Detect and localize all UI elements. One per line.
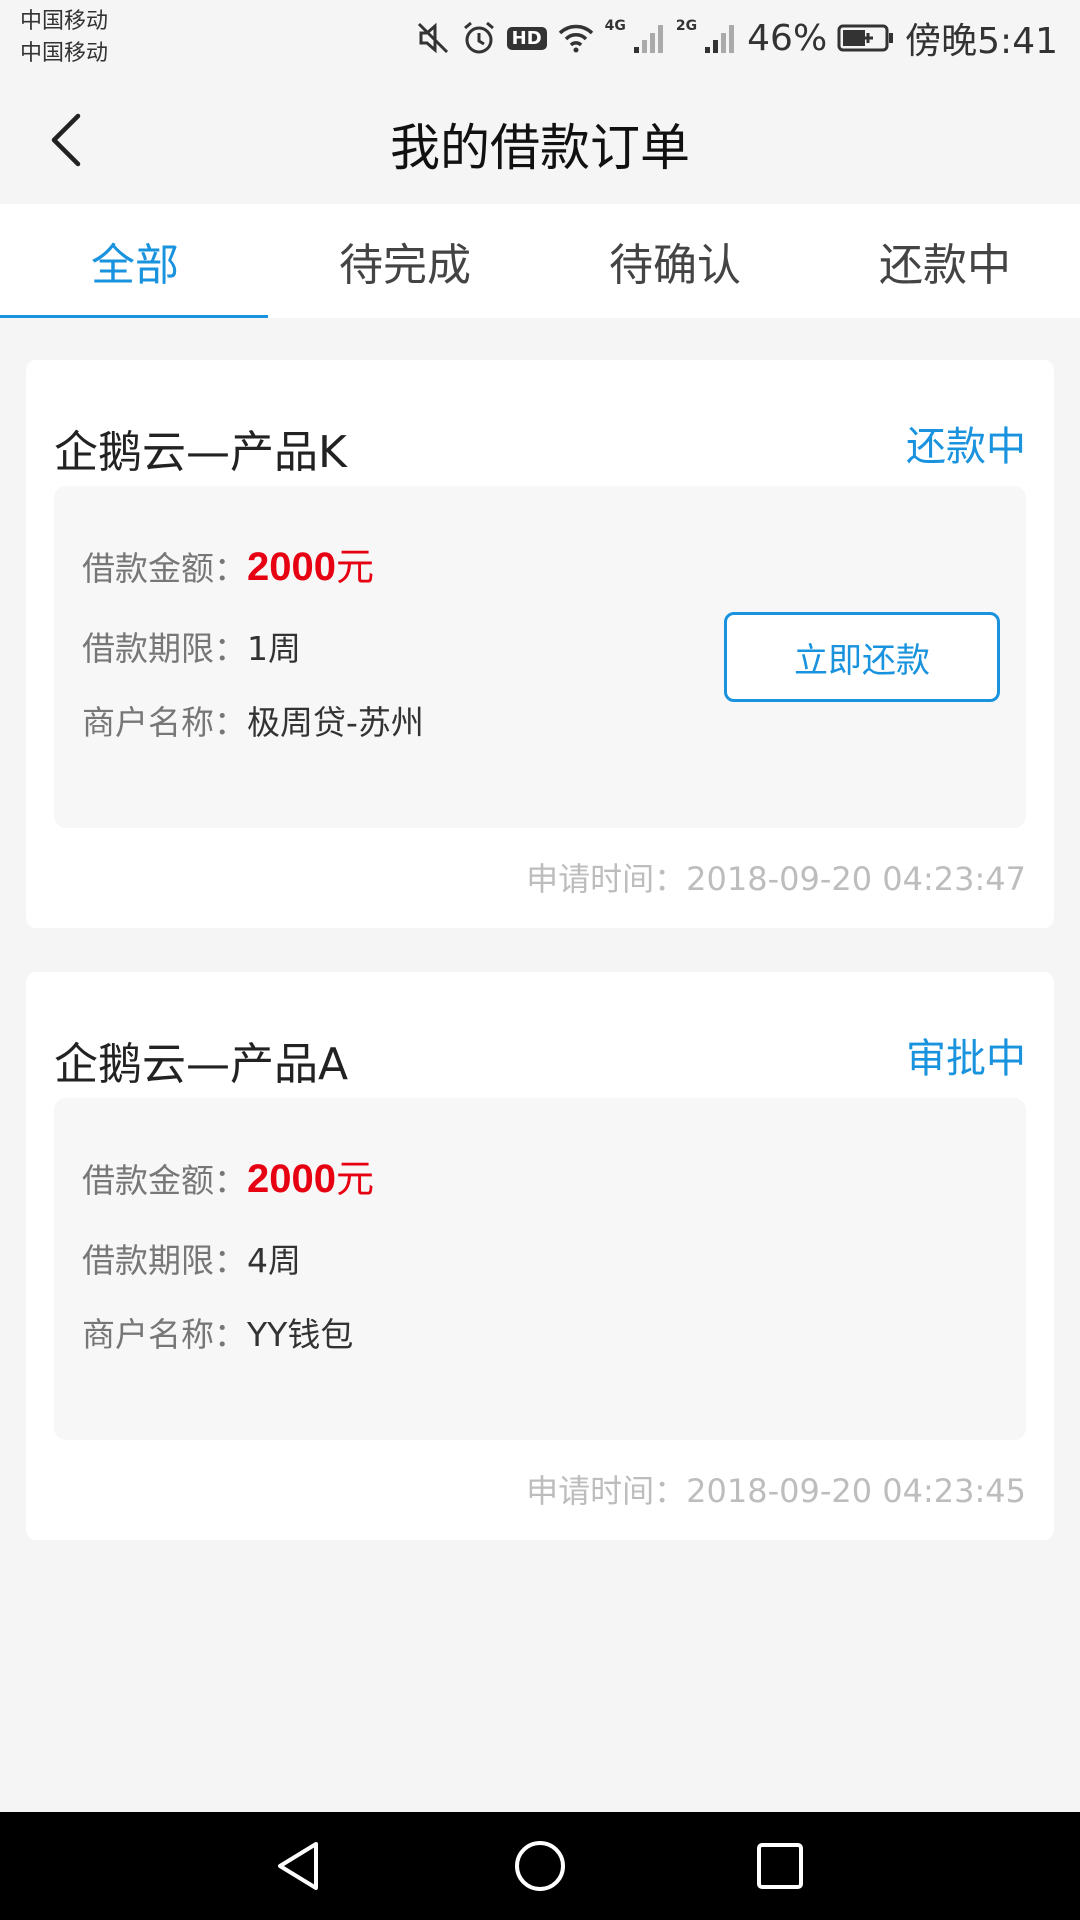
repay-now-button[interactable]: 立即还款 — [724, 612, 1000, 702]
app-header: 我的借款订单 — [0, 80, 1080, 204]
apply-time-value: 2018-09-20 04:23:45 — [686, 1472, 1026, 1510]
order-status: 审批中 — [906, 1036, 1026, 1082]
tab-repaying[interactable]: 还款中 — [810, 204, 1080, 318]
apply-time: 申请时间：2018-09-20 04:23:45 — [526, 1466, 1026, 1512]
merchant-label: 商户名称： — [82, 1315, 247, 1354]
nav-back-button[interactable] — [260, 1826, 340, 1906]
merchant-row: 商户名称： YY钱包 — [82, 1308, 353, 1356]
loan-amount-value: 2000 — [247, 545, 336, 589]
merchant-value: YY钱包 — [247, 1315, 354, 1354]
merchant-value: 极周贷-苏州 — [247, 703, 424, 742]
merchant-label: 商户名称： — [82, 703, 247, 742]
hd-badge: HD — [506, 26, 547, 50]
order-details: 借款金额： 2000 元 借款期限： 1周 商户名称： 极周贷-苏州 立即还款 — [54, 486, 1026, 828]
signal-icon — [703, 21, 737, 55]
nav-home-icon — [515, 1841, 565, 1891]
loan-term-label: 借款期限： — [82, 629, 247, 668]
order-card[interactable]: 企鹅云—产品K 还款中 借款金额： 2000 元 借款期限： 1周 商户名称： … — [26, 360, 1054, 928]
system-nav-bar — [0, 1812, 1080, 1920]
clock: 傍晚5:41 — [905, 21, 1058, 62]
wifi-icon — [557, 22, 595, 54]
tab-pending-completion[interactable]: 待完成 — [270, 204, 540, 318]
loan-term-row: 借款期限： 1周 — [82, 622, 301, 670]
tab-pending-confirmation[interactable]: 待确认 — [540, 204, 810, 318]
loan-term-label: 借款期限： — [82, 1241, 247, 1280]
loan-amount-label: 借款金额： — [82, 1161, 247, 1200]
nav-recents-icon — [757, 1843, 803, 1889]
loan-amount-unit: 元 — [335, 1157, 374, 1201]
apply-time-label: 申请时间： — [526, 1472, 687, 1510]
order-details: 借款金额： 2000 元 借款期限： 4周 商户名称： YY钱包 — [54, 1098, 1026, 1440]
network-type-2: 2G — [675, 18, 698, 34]
order-title: 企鹅云—产品A — [54, 1039, 349, 1090]
apply-time-value: 2018-09-20 04:23:47 — [686, 860, 1026, 898]
loan-amount-value: 2000 — [247, 1157, 336, 1201]
tab-all[interactable]: 全部 — [0, 204, 270, 318]
network-type-1: 4G — [604, 18, 626, 34]
nav-back-icon — [278, 1842, 318, 1890]
loan-amount-row: 借款金额： 2000 元 — [82, 536, 374, 591]
carrier-2: 中国移动 — [20, 41, 109, 66]
mute-icon — [415, 20, 451, 56]
loan-term-row: 借款期限： 4周 — [82, 1234, 301, 1282]
apply-time-label: 申请时间： — [526, 860, 687, 898]
order-tabs: 全部 待完成 待确认 还款中 — [0, 204, 1080, 318]
carrier-info: 中国移动 中国移动 — [20, 6, 108, 70]
loan-amount-unit: 元 — [335, 545, 374, 589]
status-icons: HD 4G 2G 46% 傍晚5:41 — [415, 8, 1058, 68]
status-bar: 中国移动 中国移动 HD 4G 2G 46% 傍晚5:41 — [0, 0, 1080, 80]
order-status: 还款中 — [906, 424, 1026, 470]
alarm-icon — [461, 20, 497, 56]
apply-time: 申请时间：2018-09-20 04:23:47 — [526, 854, 1026, 900]
loan-amount-label: 借款金额： — [82, 549, 247, 588]
carrier-1: 中国移动 — [20, 9, 109, 34]
nav-recents-button[interactable] — [740, 1826, 820, 1906]
loan-term-value: 1周 — [247, 629, 301, 668]
signal-icon — [632, 21, 666, 55]
order-title: 企鹅云—产品K — [54, 427, 347, 478]
battery-percent: 46% — [747, 17, 828, 59]
nav-home-button[interactable] — [500, 1826, 580, 1906]
battery-icon — [837, 23, 895, 53]
order-card[interactable]: 企鹅云—产品A 审批中 借款金额： 2000 元 借款期限： 4周 商户名称： … — [26, 972, 1054, 1540]
merchant-row: 商户名称： 极周贷-苏州 — [82, 696, 424, 744]
loan-amount-row: 借款金额： 2000 元 — [82, 1148, 374, 1203]
loan-term-value: 4周 — [247, 1241, 301, 1280]
page-title: 我的借款订单 — [390, 119, 690, 177]
